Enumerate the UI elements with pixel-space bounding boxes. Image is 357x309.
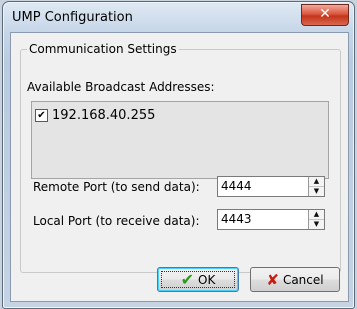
available-addresses-label: Available Broadcast Addresses: (27, 80, 215, 94)
group-title: Communication Settings (27, 42, 179, 56)
ok-button-label: OK (198, 272, 216, 287)
dialog-client-area: Communication Settings Available Broadca… (10, 32, 349, 302)
remote-port-value[interactable]: 4444 (221, 179, 252, 193)
local-port-down-arrow-icon[interactable]: ▼ (309, 220, 324, 229)
local-port-spin-buttons: ▲ ▼ (308, 210, 324, 229)
close-button[interactable]: ✕ (301, 4, 349, 26)
remote-port-up-arrow-icon[interactable]: ▲ (309, 177, 324, 187)
cancel-button-label: Cancel (282, 272, 324, 287)
list-item[interactable]: ✔ 192.168.40.255 (35, 107, 155, 123)
remote-port-spinner[interactable]: 4444 ▲ ▼ (217, 176, 325, 197)
ok-button[interactable]: ✔ OK (157, 267, 239, 292)
close-icon: ✕ (319, 6, 331, 22)
dialog-window: UMP Configuration ✕ Communication Settin… (2, 1, 355, 309)
local-port-value[interactable]: 4443 (221, 212, 252, 226)
remote-port-down-arrow-icon[interactable]: ▼ (309, 187, 324, 196)
local-port-spinner[interactable]: 4443 ▲ ▼ (217, 209, 325, 230)
window-title: UMP Configuration (12, 10, 133, 25)
local-port-up-arrow-icon[interactable]: ▲ (309, 210, 324, 220)
remote-port-label: Remote Port (to send data): (33, 180, 200, 194)
x-icon: ✘ (266, 270, 279, 289)
address-checkbox[interactable]: ✔ (35, 108, 48, 122)
checkmark-icon: ✔ (180, 269, 195, 289)
cancel-button[interactable]: ✘ Cancel (250, 267, 340, 292)
address-text: 192.168.40.255 (52, 107, 156, 123)
remote-port-spin-buttons: ▲ ▼ (308, 177, 324, 196)
broadcast-address-list[interactable]: ✔ 192.168.40.255 (31, 101, 329, 179)
local-port-label: Local Port (to receive data): (33, 214, 200, 228)
